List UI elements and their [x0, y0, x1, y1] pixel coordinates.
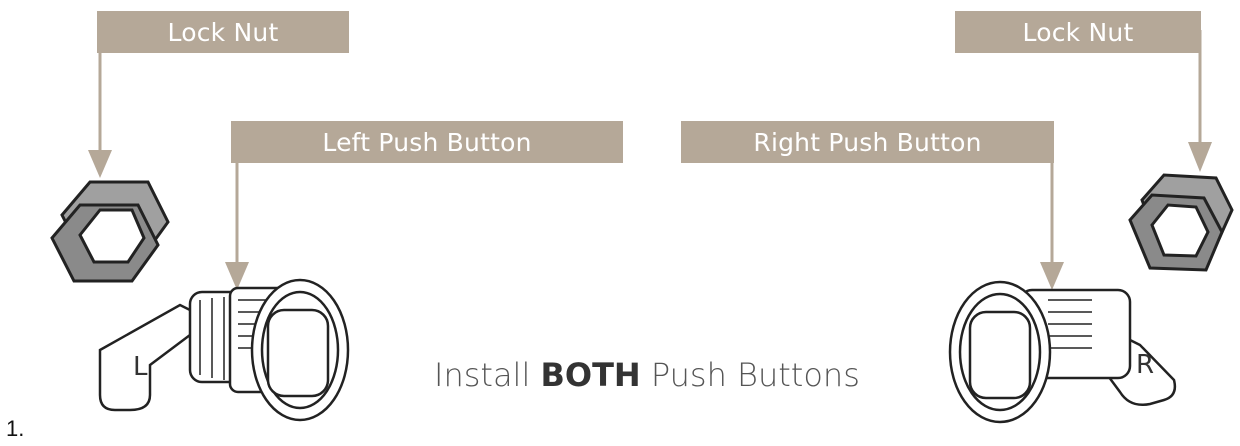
lock-nut-right-text: Lock Nut [1022, 17, 1134, 47]
left-push-button-text: Left Push Button [322, 127, 532, 157]
right-push-button-label: Right Push Button [681, 121, 1054, 163]
step-number: 1. [6, 416, 25, 441]
lock-nut-left-label: Lock Nut [97, 11, 349, 53]
lock-nut-right-icon [1128, 173, 1234, 272]
caption-prefix: Install [434, 356, 541, 394]
caption-emphasis: BOTH [540, 356, 641, 394]
lock-nut-right-label: Lock Nut [955, 11, 1201, 53]
right-push-button-text: Right Push Button [753, 127, 982, 157]
install-caption: Install BOTH Push Buttons [434, 356, 860, 394]
caption-suffix: Push Buttons [640, 356, 860, 394]
lock-nut-left-text: Lock Nut [167, 17, 279, 47]
left-push-button-icon [98, 278, 350, 422]
lock-nut-left-icon [50, 180, 170, 283]
right-latch-letter: R [1136, 350, 1155, 380]
left-push-button-label: Left Push Button [231, 121, 623, 163]
left-latch-letter: L [133, 352, 148, 382]
